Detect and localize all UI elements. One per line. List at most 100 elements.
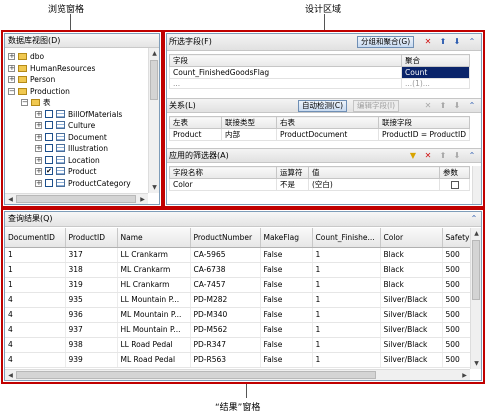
tree-vertical-scrollbar[interactable]: ▲ ▼ [148, 48, 159, 193]
results-cell[interactable]: 4 [5, 337, 66, 353]
right-table-cell[interactable]: ProductDocument [276, 128, 379, 141]
results-cell[interactable]: 500 [442, 247, 470, 263]
results-cell[interactable]: 1 [312, 337, 381, 353]
results-cell[interactable]: 500 [442, 352, 470, 368]
results-cell[interactable]: Silver/Black [380, 322, 443, 338]
filters-scrollbar[interactable] [472, 166, 481, 204]
results-cell[interactable]: 500 [442, 292, 470, 308]
table-checkbox[interactable]: ✔ [45, 167, 53, 175]
results-cell[interactable]: 1 [312, 292, 381, 308]
results-cell[interactable]: False [260, 352, 313, 368]
column-header-operator[interactable]: 运算符 [276, 166, 309, 179]
results-cell[interactable]: False [260, 322, 313, 338]
results-scroll-thumb-horizontal[interactable] [16, 371, 376, 379]
results-cell[interactable]: False [260, 307, 313, 323]
delete-field-icon[interactable]: ✕ [423, 37, 433, 47]
tree-node-label[interactable]: BillOfMaterials [68, 109, 122, 120]
move-field-down-icon[interactable]: ⬇ [452, 37, 462, 47]
results-cell[interactable]: 938 [65, 337, 118, 353]
group-and-aggregate-button[interactable]: 分组和聚合(G) [357, 36, 415, 48]
results-cell[interactable]: PD-M562 [190, 322, 261, 338]
column-header-parameter[interactable]: 参数 [439, 166, 470, 179]
tree-node[interactable]: + HumanResources [5, 63, 147, 74]
aggregate-cell[interactable]: ...(1)... [401, 78, 470, 89]
results-cell[interactable]: 500 [442, 337, 470, 353]
column-header-right-table[interactable]: 右表 [276, 116, 379, 129]
expand-icon[interactable]: + [35, 145, 42, 152]
scroll-right-arrow-icon[interactable]: ▶ [138, 195, 147, 204]
results-cell[interactable]: HL Mountain P... [117, 322, 191, 338]
results-cell[interactable]: 500 [442, 322, 470, 338]
table-row[interactable]: 1 317 LL Crankarm CA-5965 False 1 Black 500 [5, 247, 470, 263]
results-cell[interactable]: PD-M340 [190, 307, 261, 323]
expand-icon[interactable]: + [35, 156, 42, 164]
results-cell[interactable]: Silver/Black [380, 292, 443, 308]
results-cell[interactable]: 935 [65, 292, 118, 308]
results-scroll-down-arrow-icon[interactable]: ▼ [472, 359, 481, 368]
relationships-grid[interactable]: 左表 联接类型 右表 联接字段 Product 内部 ProductDocume… [169, 116, 470, 141]
table-checkbox[interactable] [45, 178, 53, 187]
add-filter-icon[interactable]: ▼ [408, 151, 418, 161]
auto-detect-button[interactable]: 自动检测(C) [298, 100, 348, 112]
results-cell[interactable]: 500 [442, 307, 470, 323]
results-column-header[interactable]: Name [117, 228, 191, 248]
scroll-up-arrow-icon[interactable]: ▲ [150, 49, 159, 58]
results-cell[interactable]: PD-R347 [190, 337, 261, 353]
results-cell[interactable]: CA-6738 [190, 262, 261, 278]
delete-filter-icon[interactable]: ✕ [423, 151, 433, 161]
move-relationship-up-icon[interactable]: ⬆ [438, 101, 448, 111]
table-checkbox[interactable] [45, 144, 53, 152]
table-row[interactable]: 4 939 ML Road Pedal PD-R563 False 1 Silver/Bla… [5, 352, 470, 368]
results-cell[interactable]: PD-M282 [190, 292, 261, 308]
expand-icon[interactable]: + [35, 179, 42, 187]
scroll-thumb-horizontal[interactable] [16, 195, 136, 203]
left-table-cell[interactable]: Product [169, 128, 222, 141]
tree-node[interactable]: − Production [5, 86, 147, 97]
results-scroll-left-arrow-icon[interactable]: ◀ [6, 371, 15, 380]
filter-parameter-cell[interactable] [439, 178, 470, 191]
expand-icon[interactable]: + [35, 133, 42, 141]
results-cell[interactable]: 1 [312, 247, 381, 263]
field-cell[interactable]: ... [169, 78, 402, 89]
database-tree[interactable]: + dbo + HumanResources + Person − Production − 表 +… [5, 48, 147, 192]
results-cell[interactable]: LL Mountain P... [117, 292, 191, 308]
filter-field-cell[interactable]: Color [169, 178, 277, 191]
results-cell[interactable]: 500 [442, 277, 470, 293]
results-cell[interactable]: 1 [312, 322, 381, 338]
tree-node[interactable]: + Culture [5, 120, 147, 131]
column-header-aggregate[interactable]: 聚合 [401, 54, 470, 67]
collapse-icon[interactable]: − [21, 99, 28, 106]
column-header-field[interactable]: 字段 [169, 54, 402, 67]
tree-node-label[interactable]: HumanResources [30, 63, 95, 74]
results-cell[interactable]: 1 [312, 307, 381, 323]
tree-node[interactable]: + Illustration [5, 143, 147, 154]
results-cell[interactable]: CA-7457 [190, 277, 261, 293]
tree-node[interactable]: + ✔ Product [5, 166, 147, 177]
table-row[interactable]: 4 938 LL Road Pedal PD-R347 False 1 Silver/Bla… [5, 337, 470, 353]
results-cell[interactable]: Silver/Black [380, 337, 443, 353]
expand-icon[interactable]: + [35, 168, 42, 175]
results-cell[interactable]: Silver/Black [380, 307, 443, 323]
tree-node[interactable]: + dbo [5, 51, 147, 62]
expand-icon[interactable]: + [8, 53, 15, 60]
results-cell[interactable]: 937 [65, 322, 118, 338]
tree-node-label[interactable]: Document [68, 132, 107, 143]
results-cell[interactable]: ML Mountain P... [117, 307, 191, 323]
tree-node-label[interactable]: Production [30, 86, 70, 97]
results-cell[interactable]: 1 [5, 247, 66, 263]
results-column-header[interactable]: Count_Finishe... [312, 228, 381, 248]
results-cell[interactable]: False [260, 337, 313, 353]
table-row[interactable]: Product 内部 ProductDocument ProductID = P… [169, 128, 470, 141]
column-header-join-type[interactable]: 联接类型 [221, 116, 277, 129]
table-row[interactable]: 1 318 ML Crankarm CA-6738 False 1 Black 500 [5, 262, 470, 278]
move-field-up-icon[interactable]: ⬆ [438, 37, 448, 47]
results-cell[interactable]: PD-R563 [190, 352, 261, 368]
results-column-header[interactable]: ProductID [65, 228, 118, 248]
table-row[interactable]: Color 不是 (空白) [169, 178, 470, 191]
move-filter-down-icon[interactable]: ⬇ [452, 151, 462, 161]
results-cell[interactable]: LL Crankarm [117, 247, 191, 263]
column-header-join-fields[interactable]: 联接字段 [378, 116, 470, 129]
tree-node[interactable]: − 表 [5, 97, 147, 108]
results-cell[interactable]: 1 [312, 352, 381, 368]
results-cell[interactable]: 4 [5, 352, 66, 368]
